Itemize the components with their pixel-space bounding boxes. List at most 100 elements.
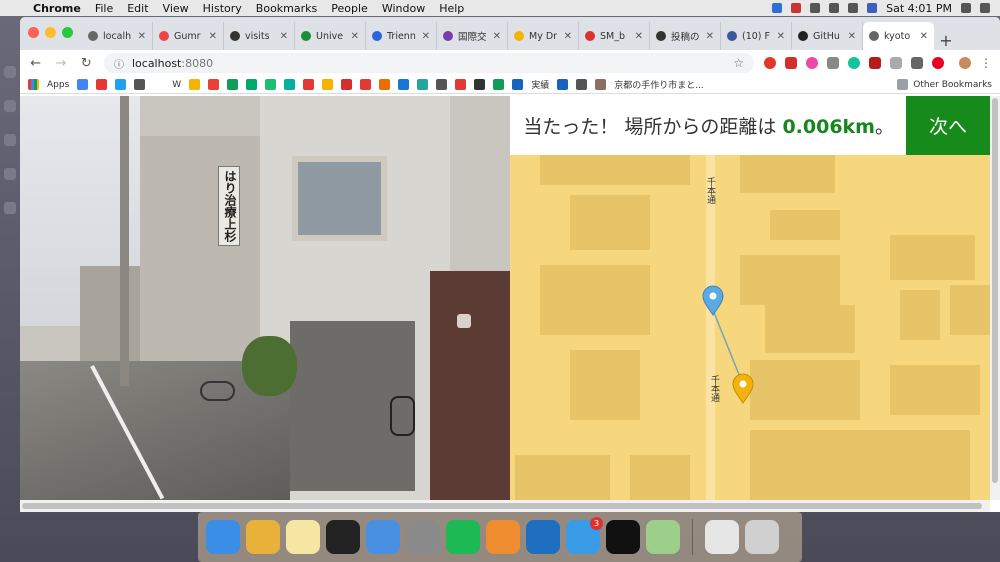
tab-close-icon[interactable]: ✕	[706, 31, 714, 42]
chrome-icon[interactable]	[246, 520, 280, 554]
map[interactable]: 千本通 千本通	[510, 155, 990, 500]
browser-tab[interactable]: 投稿の ✕	[650, 22, 721, 50]
spotify-icon[interactable]	[446, 520, 480, 554]
apps-bookmark[interactable]: Apps	[47, 80, 69, 90]
bookmark-favicon-icon[interactable]	[436, 79, 448, 90]
bookmark-favicon-icon[interactable]	[246, 79, 258, 90]
bookmark-label[interactable]: 京都の手作り市まと...	[614, 78, 704, 91]
tab-close-icon[interactable]: ✕	[280, 31, 288, 42]
bookmark-favicon-icon[interactable]	[379, 79, 391, 90]
bookmark-favicon-icon[interactable]	[360, 79, 372, 90]
finder-icon[interactable]	[206, 520, 240, 554]
menu-edit[interactable]: Edit	[127, 2, 148, 15]
menu-bookmarks[interactable]: Bookmarks	[256, 2, 317, 15]
horizontal-scrollbar[interactable]	[20, 500, 990, 512]
trash-icon[interactable]	[745, 520, 779, 554]
browser-tab[interactable]: (10) F ✕	[721, 22, 792, 50]
menu-window[interactable]: Window	[382, 2, 425, 15]
guess-marker-icon[interactable]	[702, 285, 724, 316]
bookmark-favicon-icon[interactable]	[557, 79, 569, 90]
bookmark-favicon-icon[interactable]	[115, 79, 127, 90]
browser-tab[interactable]: SM_b ✕	[579, 22, 650, 50]
tab-close-icon[interactable]: ✕	[138, 31, 146, 42]
bookmark-favicon-icon[interactable]	[341, 79, 353, 90]
bookmark-star-icon[interactable]: ☆	[733, 56, 744, 70]
dropbox-icon[interactable]	[772, 3, 783, 13]
new-tab-button[interactable]: +	[934, 31, 958, 50]
info-icon[interactable]: ⓘ	[114, 56, 124, 71]
browser-tab[interactable]: Gumr ✕	[153, 22, 224, 50]
battery-icon[interactable]	[848, 3, 859, 13]
flipboard-extension-icon[interactable]	[910, 57, 923, 69]
bookmark-favicon-icon[interactable]	[189, 79, 201, 90]
bookmark-favicon-icon[interactable]	[265, 79, 277, 90]
bookmark-favicon-icon[interactable]	[208, 79, 220, 90]
activity-monitor-icon[interactable]	[326, 520, 360, 554]
tab-close-icon[interactable]: ✕	[920, 31, 928, 42]
bookmark-favicon-icon[interactable]	[576, 79, 588, 90]
adblock-extension-icon[interactable]	[784, 57, 797, 69]
minimize-window-button[interactable]	[45, 27, 56, 38]
browser-tab[interactable]: Unive ✕	[295, 22, 366, 50]
bookmark-label[interactable]: W	[172, 80, 181, 90]
forward-button[interactable]: →	[53, 56, 68, 71]
vertical-scrollbar[interactable]	[990, 96, 1000, 500]
notification-icon[interactable]	[791, 3, 802, 13]
tab-close-icon[interactable]: ✕	[351, 31, 359, 42]
menu-people[interactable]: People	[331, 2, 368, 15]
bookmark-favicon-icon[interactable]	[303, 79, 315, 90]
notes-icon[interactable]	[286, 520, 320, 554]
zoom-window-button[interactable]	[62, 27, 73, 38]
profile-avatar[interactable]	[958, 57, 971, 69]
tab-close-icon[interactable]: ✕	[635, 31, 643, 42]
browser-tab[interactable]: visits ✕	[224, 22, 295, 50]
pinterest-extension-icon[interactable]	[931, 57, 944, 69]
menu-history[interactable]: History	[203, 2, 242, 15]
bookmark-favicon-icon[interactable]	[493, 79, 505, 90]
wifi-icon[interactable]	[829, 3, 840, 13]
tab-close-icon[interactable]: ✕	[848, 31, 856, 42]
bookmark-favicon-icon[interactable]	[77, 79, 89, 90]
menu-list-icon[interactable]	[980, 3, 990, 13]
link-extension-icon[interactable]	[805, 57, 818, 69]
bookmark-favicon-icon[interactable]	[595, 79, 607, 90]
pocket-extension-icon[interactable]	[889, 57, 902, 69]
bookmark-favicon-icon[interactable]	[474, 79, 486, 90]
flag-icon[interactable]	[867, 3, 878, 13]
menu-file[interactable]: File	[95, 2, 113, 15]
vscode-icon[interactable]	[526, 520, 560, 554]
browser-tab[interactable]: My Dr ✕	[508, 22, 579, 50]
itunes-icon[interactable]	[705, 520, 739, 554]
bookmark-favicon-icon[interactable]	[96, 79, 108, 90]
bookmark-favicon-icon[interactable]	[284, 79, 296, 90]
bookmark-favicon-icon[interactable]	[398, 79, 410, 90]
system-preferences-icon[interactable]	[406, 520, 440, 554]
menu-kebab-icon[interactable]: ⋮	[980, 56, 992, 70]
menu-app-name[interactable]: Chrome	[33, 2, 81, 15]
menu-help[interactable]: Help	[439, 2, 464, 15]
bookmark-label[interactable]: 実績	[531, 78, 549, 91]
spotlight-icon[interactable]	[961, 3, 971, 13]
tab-close-icon[interactable]: ✕	[777, 31, 785, 42]
vivaldi-extension-icon[interactable]	[763, 57, 776, 69]
tab-close-icon[interactable]: ✕	[209, 31, 217, 42]
next-button[interactable]: 次へ	[906, 96, 990, 155]
browser-tab[interactable]: Trienn ✕	[366, 22, 437, 50]
browser-tab[interactable]: 国際交 ✕	[437, 22, 508, 50]
street-view-image[interactable]: はり治療上杉	[20, 96, 510, 500]
tab-close-icon[interactable]: ✕	[564, 31, 572, 42]
back-button[interactable]: ←	[28, 56, 43, 71]
apps-grid-icon[interactable]	[28, 79, 39, 90]
bookmark-favicon-icon[interactable]	[153, 79, 165, 90]
camera-extension-icon[interactable]	[826, 57, 839, 69]
bookmark-favicon-icon[interactable]	[417, 79, 429, 90]
bookmark-favicon-icon[interactable]	[134, 79, 146, 90]
calculator-icon[interactable]	[486, 520, 520, 554]
horizontal-scrollbar-thumb[interactable]	[22, 503, 982, 509]
browser-tab[interactable]: localh ✕	[82, 22, 153, 50]
keynote-icon[interactable]	[366, 520, 400, 554]
address-bar[interactable]: ⓘ localhost:8080 ☆	[103, 53, 754, 73]
grammarly-extension-icon[interactable]	[847, 57, 860, 69]
browser-tab[interactable]: GitHu ✕	[792, 22, 863, 50]
tab-close-icon[interactable]: ✕	[422, 31, 430, 42]
